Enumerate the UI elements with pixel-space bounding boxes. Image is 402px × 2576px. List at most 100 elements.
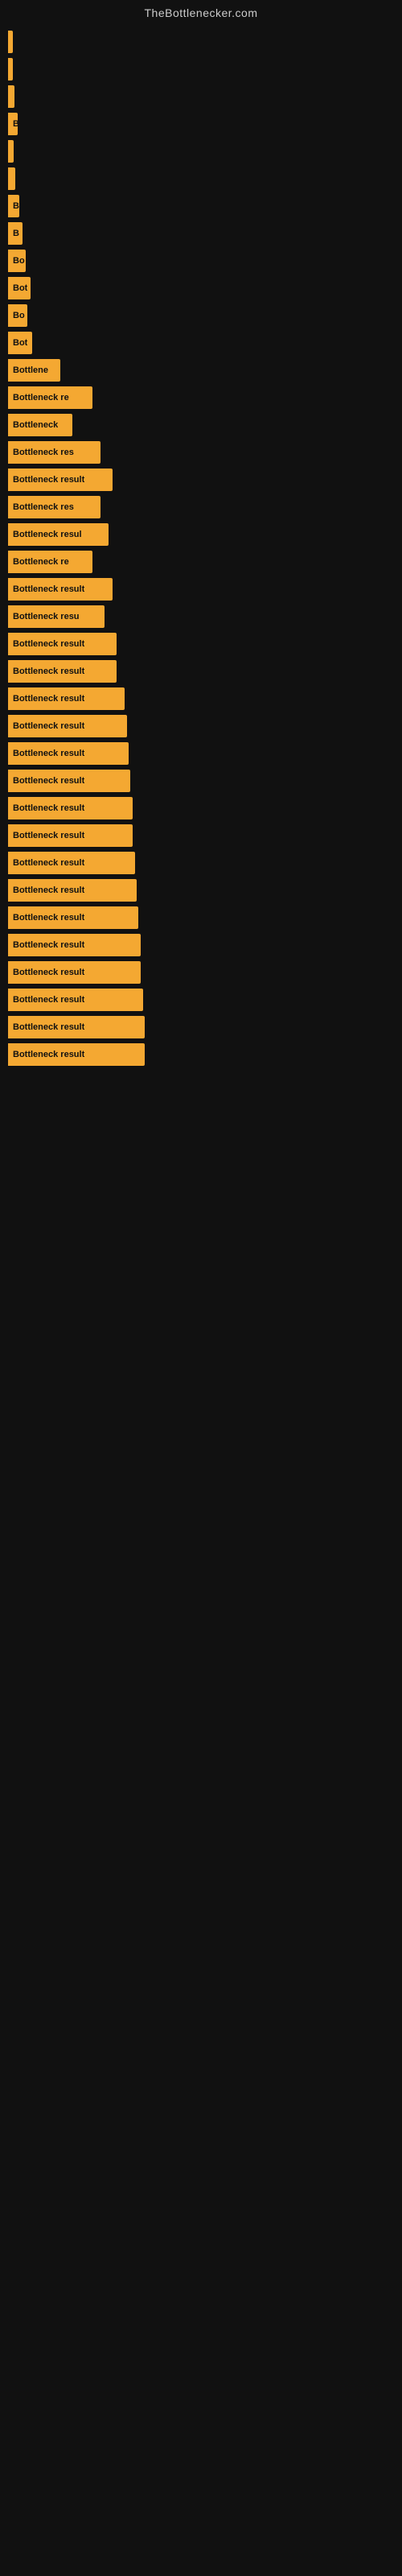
bar-label: B xyxy=(13,201,19,211)
bar: Bottleneck result xyxy=(8,687,125,710)
bar-label: Bottleneck result xyxy=(13,1022,84,1032)
bar-label: Bottleneck result xyxy=(13,940,84,950)
bar xyxy=(8,85,14,108)
bar: Bottleneck result xyxy=(8,770,130,792)
bar-row: Bottlene xyxy=(0,359,402,382)
bar-label: Bottleneck result xyxy=(13,1050,84,1059)
bar-row: Bottleneck result xyxy=(0,687,402,710)
bar: Bottleneck res xyxy=(8,496,100,518)
bar-row: Bottleneck result xyxy=(0,934,402,956)
bar-row xyxy=(0,31,402,53)
bar-row: Bo xyxy=(0,304,402,327)
bar-label: Bottleneck resu xyxy=(13,612,80,621)
bar xyxy=(8,58,13,80)
bar: Bottleneck result xyxy=(8,633,117,655)
bar-label: Bot xyxy=(13,283,27,293)
bar-row: Bottleneck resu xyxy=(0,605,402,628)
bar: Bot xyxy=(8,277,31,299)
bar-label: Bottleneck res xyxy=(13,502,74,512)
bar: B xyxy=(8,222,23,245)
bar-row: Bot xyxy=(0,332,402,354)
bar-label: Bottleneck result xyxy=(13,995,84,1005)
bar-label: Bo xyxy=(13,256,25,266)
bar: Bottleneck res xyxy=(8,441,100,464)
site-title: TheBottlenecker.com xyxy=(0,0,402,23)
bar-row: Bottleneck result xyxy=(0,770,402,792)
bar-label: Bottleneck result xyxy=(13,475,84,485)
bar-row: Bottleneck result xyxy=(0,660,402,683)
bar-row: Bottleneck re xyxy=(0,551,402,573)
bar: Bottleneck result xyxy=(8,1043,145,1066)
bar-label: Bottleneck result xyxy=(13,776,84,786)
bars-container: B B B Bo Bot Bo Bot Bottlene Bottleneck re Bottle… xyxy=(0,23,402,1071)
bar-label: Bo xyxy=(13,311,25,320)
bar-row xyxy=(0,58,402,80)
bar: Bo xyxy=(8,250,26,272)
bar-row: Bottleneck result xyxy=(0,989,402,1011)
bar-row: Bottleneck xyxy=(0,414,402,436)
bar-row: B xyxy=(0,113,402,135)
bar: Bottlene xyxy=(8,359,60,382)
bar-label: Bottleneck result xyxy=(13,667,84,676)
bar-label: Bottleneck result xyxy=(13,858,84,868)
bar-row: Bottleneck result xyxy=(0,852,402,874)
bar-row: B xyxy=(0,195,402,217)
bar-label: Bottleneck resul xyxy=(13,530,82,539)
bar-row: Bottleneck result xyxy=(0,824,402,847)
bar: Bottleneck result xyxy=(8,852,135,874)
bar-row: Bottleneck result xyxy=(0,906,402,929)
bar-row: Bottleneck result xyxy=(0,879,402,902)
bar-label: B xyxy=(13,119,18,129)
bar: B xyxy=(8,195,19,217)
bar-row: Bottleneck res xyxy=(0,441,402,464)
bar: Bottleneck result xyxy=(8,578,113,601)
bar: Bottleneck resul xyxy=(8,523,109,546)
bar-row: Bottleneck result xyxy=(0,961,402,984)
bar-label: Bottleneck result xyxy=(13,749,84,758)
bar-label: Bottlene xyxy=(13,365,48,375)
bar-row xyxy=(0,167,402,190)
bar: Bottleneck result xyxy=(8,989,143,1011)
bar-row: Bottleneck result xyxy=(0,1016,402,1038)
bar-row: Bo xyxy=(0,250,402,272)
bar: Bottleneck result xyxy=(8,824,133,847)
bar-label: Bottleneck result xyxy=(13,831,84,840)
bar-row: Bottleneck result xyxy=(0,578,402,601)
bar-label: Bottleneck result xyxy=(13,886,84,895)
bar: Bottleneck result xyxy=(8,469,113,491)
bar-row: Bottleneck result xyxy=(0,469,402,491)
bar: Bottleneck xyxy=(8,414,72,436)
bar-label: Bottleneck re xyxy=(13,393,69,402)
bar-label: Bottleneck result xyxy=(13,694,84,704)
bar-row: Bottleneck result xyxy=(0,742,402,765)
bar-row: B xyxy=(0,222,402,245)
bar-label: Bot xyxy=(13,338,27,348)
bar: Bottleneck result xyxy=(8,961,141,984)
bar-row: Bottleneck res xyxy=(0,496,402,518)
bar-label: Bottleneck result xyxy=(13,968,84,977)
bar-label: Bottleneck result xyxy=(13,639,84,649)
bar-row: Bottleneck result xyxy=(0,715,402,737)
bar-row: Bot xyxy=(0,277,402,299)
bar-row: Bottleneck result xyxy=(0,633,402,655)
bar: B xyxy=(8,113,18,135)
bar: Bottleneck result xyxy=(8,906,138,929)
bar-label: Bottleneck xyxy=(13,420,58,430)
bar xyxy=(8,31,13,53)
bar-label: Bottleneck result xyxy=(13,913,84,923)
bar-row: Bottleneck result xyxy=(0,1043,402,1066)
bar: Bottleneck re xyxy=(8,551,92,573)
bar: Bottleneck resu xyxy=(8,605,105,628)
bar xyxy=(8,167,15,190)
bar: Bottleneck result xyxy=(8,934,141,956)
bar-label: Bottleneck result xyxy=(13,584,84,594)
bar-label: Bottleneck res xyxy=(13,448,74,457)
bar: Bottleneck result xyxy=(8,879,137,902)
bar: Bottleneck result xyxy=(8,742,129,765)
bar-row xyxy=(0,140,402,163)
bar xyxy=(8,140,14,163)
bar-row xyxy=(0,85,402,108)
bar: Bo xyxy=(8,304,27,327)
bar-row: Bottleneck re xyxy=(0,386,402,409)
bar-row: Bottleneck result xyxy=(0,797,402,819)
